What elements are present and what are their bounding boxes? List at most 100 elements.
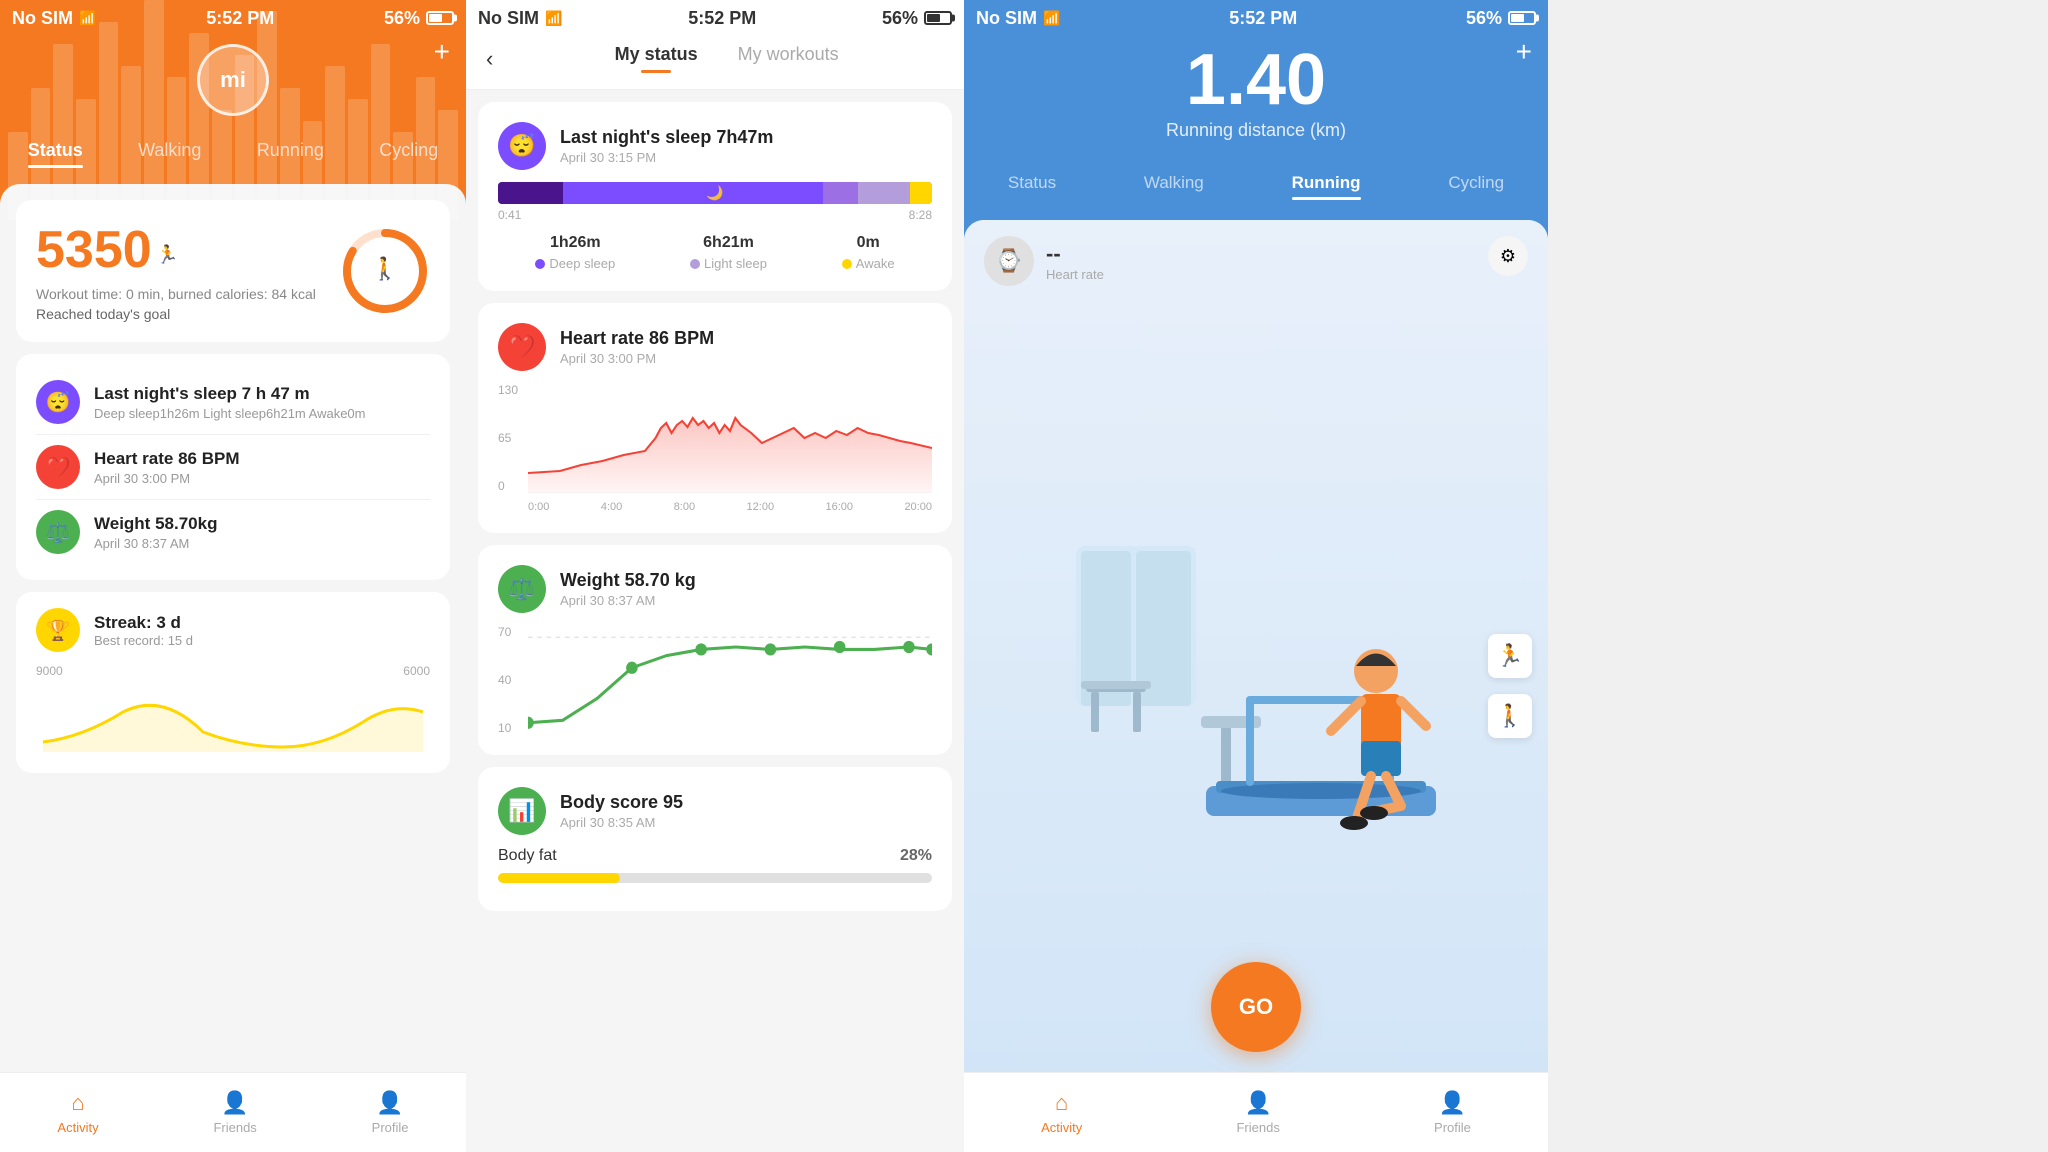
w-y-40: 40 xyxy=(498,673,528,687)
running-mode-icon[interactable]: 🏃 xyxy=(1488,634,1532,678)
panel2-scroll[interactable]: 😴 Last night's sleep 7h47m April 30 3:15… xyxy=(466,90,964,1152)
main-tabs-1: Status Walking Running Cycling xyxy=(0,132,466,184)
side-icons: 🏃 🚶 xyxy=(1488,634,1532,738)
nav-activity-1[interactable]: ⌂ Activity xyxy=(57,1090,98,1135)
tab-status-1[interactable]: Status xyxy=(20,136,91,172)
steps-goal: Reached today's goal xyxy=(36,306,316,322)
mi-logo-text: mi xyxy=(220,67,246,93)
body-score-title: Body score 95 xyxy=(560,792,683,813)
panel-my-status: No SIM 📶 5:52 PM 56% ‹ My status My work… xyxy=(466,0,964,1152)
hr-dash-value: -- xyxy=(1046,241,1104,267)
add-button-1[interactable]: + xyxy=(434,36,450,68)
steps-card: 5350 🏃 Workout time: 0 min, burned calor… xyxy=(16,200,450,342)
body-score-icon: 📊 xyxy=(498,787,546,835)
steps-number: 5350 xyxy=(36,221,152,279)
chart-label-9000: 9000 xyxy=(36,664,63,678)
heart-icon: ❤️ xyxy=(36,445,80,489)
walking-mode-icon[interactable]: 🚶 xyxy=(1488,694,1532,738)
status-bar-3: No SIM 📶 5:52 PM 56% xyxy=(964,0,1548,36)
back-button[interactable]: ‹ xyxy=(486,46,493,72)
time-2: 5:52 PM xyxy=(688,8,756,29)
gear-button[interactable]: ⚙ xyxy=(1488,236,1528,276)
tab-walking-1[interactable]: Walking xyxy=(130,136,209,172)
panel1-scroll[interactable]: 5350 🏃 Workout time: 0 min, burned calor… xyxy=(0,184,466,1152)
streak-card: 🏆 Streak: 3 d Best record: 15 d 9000 600… xyxy=(16,592,450,773)
weight-chart-svg xyxy=(528,625,932,735)
light-sleep-val: 6h21m xyxy=(703,234,754,252)
hr-avatar: ⌚ xyxy=(984,236,1034,286)
hr-x-12: 12:00 xyxy=(747,501,775,513)
sleep-card-title: Last night's sleep 7h47m xyxy=(560,127,773,148)
panel-activity: No SIM 📶 5:52 PM 56% mi + Status Walking… xyxy=(0,0,466,1152)
body-fat-bar xyxy=(498,873,932,883)
body-fat-pct: 28% xyxy=(900,847,932,865)
tab-status-3[interactable]: Status xyxy=(1000,169,1064,204)
tab-cycling-1[interactable]: Cycling xyxy=(371,136,446,172)
heartrate-list-item[interactable]: ❤️ Heart rate 86 BPM April 30 3:00 PM xyxy=(36,435,430,500)
nav-profile-3[interactable]: 👤 Profile xyxy=(1434,1090,1471,1135)
hr-y-65: 65 xyxy=(498,431,528,445)
sleep-card: 😴 Last night's sleep 7h47m April 30 3:15… xyxy=(478,102,952,291)
go-button[interactable]: GO xyxy=(1211,962,1301,1052)
wifi-icon-3: 📶 xyxy=(1043,10,1060,27)
weight-sub: April 30 8:37 AM xyxy=(94,536,217,551)
streak-icon: 🏆 xyxy=(36,608,80,652)
battery-icon-3 xyxy=(1508,11,1536,25)
sleep-time-start: 0:41 xyxy=(498,208,521,222)
panel2-header: ‹ My status My workouts xyxy=(466,36,964,90)
awake-label: Awake xyxy=(842,256,895,271)
tab-my-workouts[interactable]: My workouts xyxy=(738,44,839,73)
tab-my-status[interactable]: My status xyxy=(615,44,698,73)
nav-activity-3[interactable]: ⌂ Activity xyxy=(1041,1090,1082,1135)
bottom-nav-1: ⌂ Activity 👤 Friends 👤 Profile xyxy=(0,1072,466,1152)
battery-pct-2: 56% xyxy=(882,8,918,29)
weight-card: ⚖️ Weight 58.70 kg April 30 8:37 AM 70 4… xyxy=(478,545,952,755)
hr-widget-label: Heart rate xyxy=(1046,267,1104,282)
light-sleep-label: Light sleep xyxy=(690,256,767,271)
nav-friends-label-3: Friends xyxy=(1236,1120,1279,1135)
hr-x-16: 16:00 xyxy=(825,501,853,513)
tab-walking-3[interactable]: Walking xyxy=(1136,169,1212,204)
home-icon-3: ⌂ xyxy=(1055,1090,1068,1116)
body-score-date: April 30 8:35 AM xyxy=(560,815,683,830)
heart-rate-widget: ⌚ -- Heart rate xyxy=(984,236,1104,286)
weight-icon: ⚖️ xyxy=(36,510,80,554)
body-score-card: 📊 Body score 95 April 30 8:35 AM Body fa… xyxy=(478,767,952,911)
steps-unit: 🏃 xyxy=(156,245,178,265)
nav-profile-1[interactable]: 👤 Profile xyxy=(372,1090,409,1135)
go-label: GO xyxy=(1239,994,1273,1020)
deep-sleep-val: 1h26m xyxy=(550,234,601,252)
sleep-list-item[interactable]: 😴 Last night's sleep 7 h 47 m Deep sleep… xyxy=(36,370,430,435)
tab-running-1[interactable]: Running xyxy=(249,136,332,172)
mi-logo: mi xyxy=(197,44,269,116)
hr-card-date: April 30 3:00 PM xyxy=(560,351,714,366)
sleep-card-date: April 30 3:15 PM xyxy=(560,150,773,165)
weight-list-item[interactable]: ⚖️ Weight 58.70kg April 30 8:37 AM xyxy=(36,500,430,564)
carrier-3: No SIM xyxy=(976,8,1037,29)
header-tabs: My status My workouts xyxy=(509,44,944,73)
panel3-tabs: Status Walking Running Cycling xyxy=(964,161,1548,220)
friends-icon-3: 👤 xyxy=(1244,1090,1271,1116)
status-bar-2: No SIM 📶 5:52 PM 56% xyxy=(466,0,964,36)
nav-friends-3[interactable]: 👤 Friends xyxy=(1236,1090,1279,1135)
hr-x-8: 8:00 xyxy=(674,501,695,513)
status-bar-left-3: No SIM 📶 xyxy=(976,8,1060,29)
nav-friends-1[interactable]: 👤 Friends xyxy=(213,1090,256,1135)
panel3-header: + 1.40 Running distance (km) xyxy=(964,36,1548,161)
friends-icon-1: 👤 xyxy=(221,1090,248,1116)
sleep-icon: 😴 xyxy=(36,380,80,424)
status-bar-right-2: 56% xyxy=(882,8,952,29)
w-y-10: 10 xyxy=(498,721,528,735)
activity-list: 😴 Last night's sleep 7 h 47 m Deep sleep… xyxy=(16,354,450,580)
sleep-sub: Deep sleep1h26m Light sleep6h21m Awake0m xyxy=(94,406,366,421)
tab-running-3[interactable]: Running xyxy=(1284,169,1369,204)
progress-ring: 🚶 xyxy=(340,226,430,316)
battery-pct-3: 56% xyxy=(1466,8,1502,29)
nav-profile-label-3: Profile xyxy=(1434,1120,1471,1135)
hr-sub: April 30 3:00 PM xyxy=(94,471,240,486)
awake-val: 0m xyxy=(857,234,880,252)
tab-cycling-3[interactable]: Cycling xyxy=(1440,169,1512,204)
body-fat-fill xyxy=(498,873,620,883)
add-button-3[interactable]: + xyxy=(1516,36,1532,68)
panel-running: No SIM 📶 5:52 PM 56% + 1.40 Running dist… xyxy=(964,0,1548,1152)
